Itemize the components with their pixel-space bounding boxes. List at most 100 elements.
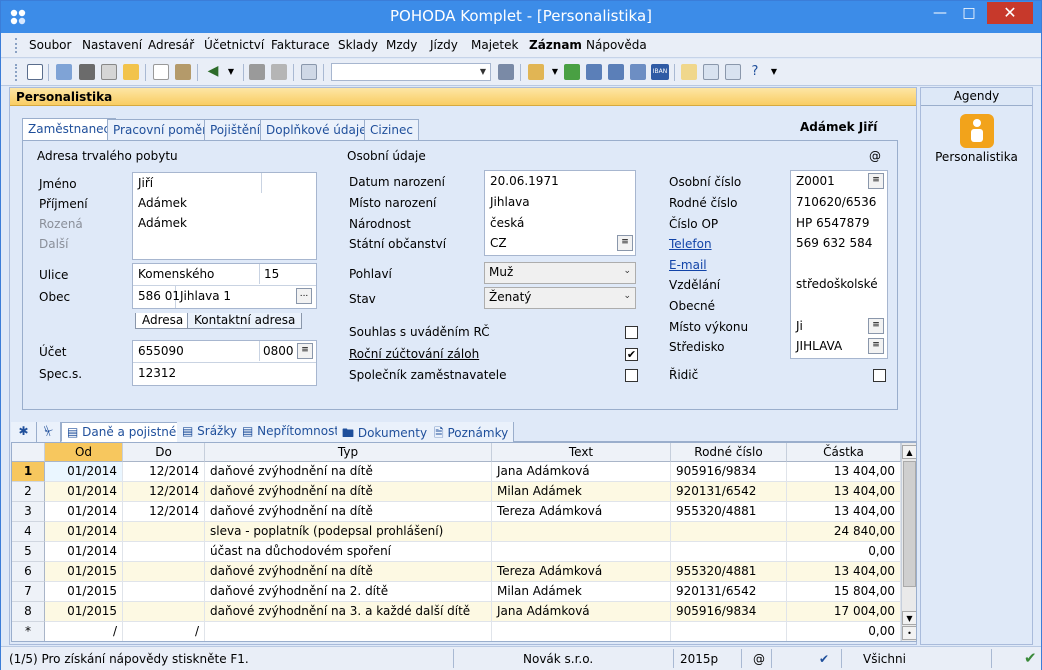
addr-tab-kontaktni[interactable]: Kontaktní adresa: [187, 313, 303, 329]
table-row[interactable]: 2 01/2014 12/2014 daňové zvýhodnění na dítě…: [12, 482, 902, 502]
obcanstvi-input[interactable]: CZ: [490, 236, 507, 250]
cell-rc[interactable]: 905916/9834: [671, 462, 787, 482]
cell-text[interactable]: Jana Adámková: [492, 462, 671, 482]
cell-text[interactable]: [492, 622, 671, 641]
cislo-popisne-input[interactable]: 15: [264, 267, 279, 281]
cell-typ[interactable]: daňové zvýhodnění na 2. dítě: [205, 582, 492, 602]
cell-od[interactable]: 01/2014: [45, 522, 123, 542]
misto-vykonu-picker-button[interactable]: ≡: [868, 318, 884, 334]
tab-srazky[interactable]: ▤ Srážky: [177, 422, 243, 442]
scroll-down-icon[interactable]: ▼: [902, 611, 916, 625]
form-icon[interactable]: [703, 64, 719, 80]
row-number[interactable]: 5: [12, 542, 45, 562]
menu-jizdy[interactable]: Jízdy: [430, 38, 458, 52]
col-od[interactable]: Od: [45, 443, 123, 462]
col-text[interactable]: Text: [492, 443, 671, 462]
cell-typ[interactable]: sleva - poplatník (podepsal prohlášení): [205, 522, 492, 542]
table-row[interactable]: 3 01/2014 12/2014 daňové zvýhodnění na dítě…: [12, 502, 902, 522]
cell-do[interactable]: [123, 542, 205, 562]
cell-od[interactable]: 01/2014: [45, 502, 123, 522]
cell-rc[interactable]: [671, 522, 787, 542]
row-number[interactable]: 6: [12, 562, 45, 582]
table-row[interactable]: 6 01/2015 daňové zvýhodnění na dítě Tereza …: [12, 562, 902, 582]
table-icon[interactable]: [608, 64, 624, 80]
tab-dane-a-pojistne[interactable]: ▤ Daně a pojistné: [61, 422, 183, 442]
cell-od[interactable]: 01/2014: [45, 542, 123, 562]
preview-icon[interactable]: [101, 64, 117, 80]
new-record-icon[interactable]: [153, 64, 169, 80]
cell-od[interactable]: 01/2014: [45, 482, 123, 502]
cell-text[interactable]: Jana Adámková: [492, 602, 671, 622]
kod-banky-input[interactable]: 0800: [263, 344, 294, 358]
back-dropdown-icon[interactable]: ▼: [223, 64, 239, 80]
window-icon[interactable]: [725, 64, 741, 80]
menu-sklady[interactable]: Sklady: [338, 38, 378, 52]
tab-zamestnanec[interactable]: Zaměstnanec: [22, 118, 117, 142]
datum-narozeni-input[interactable]: 20.06.1971: [490, 174, 559, 188]
ulice-input[interactable]: Komenského: [138, 267, 214, 281]
menu-mzdy[interactable]: Mzdy: [386, 38, 417, 52]
toolbar-grip[interactable]: [15, 64, 18, 81]
cell-rc[interactable]: 955320/4881: [671, 502, 787, 522]
agenda-item-personalistika[interactable]: Personalistika: [921, 150, 1032, 164]
label-email[interactable]: E-mail: [669, 258, 707, 272]
narodnost-input[interactable]: česká: [490, 216, 524, 230]
ridic-checkbox[interactable]: [873, 369, 886, 382]
scroll-bottom-icon[interactable]: •: [902, 626, 916, 640]
record-action-icon[interactable]: [528, 64, 544, 80]
cell-typ[interactable]: [205, 622, 492, 641]
exit-icon[interactable]: [27, 64, 43, 80]
addr-tab-adresa[interactable]: Adresa: [135, 313, 191, 329]
iban-icon[interactable]: IBAN: [651, 64, 669, 80]
row-number[interactable]: 8: [12, 602, 45, 622]
cell-castka[interactable]: 13 404,00: [787, 462, 901, 482]
money-icon[interactable]: [564, 64, 580, 80]
email-link-icon[interactable]: @: [869, 149, 881, 163]
calculator-icon[interactable]: [586, 64, 602, 80]
vzdelani-input[interactable]: středoškolské: [796, 277, 878, 291]
row-number[interactable]: 3: [12, 502, 45, 522]
label-rocni-zuctovani[interactable]: Roční zúčtování záloh: [349, 347, 479, 361]
cell-castka[interactable]: 13 404,00: [787, 502, 901, 522]
cell-rc[interactable]: [671, 622, 787, 641]
table-row[interactable]: * //0,00: [12, 622, 902, 641]
psc-input[interactable]: 586 01: [138, 289, 180, 303]
cell-do[interactable]: [123, 562, 205, 582]
menu-majetek[interactable]: Majetek: [471, 38, 518, 52]
cell-typ[interactable]: daňové zvýhodnění na 3. a každé další dí…: [205, 602, 492, 622]
row-number[interactable]: 4: [12, 522, 45, 542]
menu-adresar[interactable]: Adresář: [148, 38, 194, 52]
save-icon[interactable]: [249, 64, 265, 80]
note-icon[interactable]: [681, 64, 697, 80]
cell-do[interactable]: 12/2014: [123, 502, 205, 522]
back-icon[interactable]: ◀: [205, 64, 221, 80]
help-icon[interactable]: ?: [747, 64, 763, 80]
cislo-op-input[interactable]: HP 6547879: [796, 216, 870, 230]
table-row[interactable]: 5 01/2014 účast na důchodovém spoření 0,00: [12, 542, 902, 562]
table-row[interactable]: 8 01/2015 daňové zvýhodnění na 3. a každé …: [12, 602, 902, 622]
save-as-icon[interactable]: [271, 64, 287, 80]
cell-do[interactable]: 12/2014: [123, 482, 205, 502]
bank-picker-button[interactable]: ≡: [297, 343, 313, 359]
close-button[interactable]: ✕: [987, 2, 1033, 24]
jmeno-input[interactable]: Jiří: [138, 176, 153, 190]
cell-do[interactable]: [123, 522, 205, 542]
prijmeni-input[interactable]: Adámek: [138, 196, 187, 210]
cell-do[interactable]: 12/2014: [123, 462, 205, 482]
stredisko-picker-button[interactable]: ≡: [868, 338, 884, 354]
souhlas-rc-checkbox[interactable]: [625, 326, 638, 339]
cell-od[interactable]: 01/2015: [45, 582, 123, 602]
telefon-input[interactable]: 569 632 584: [796, 236, 872, 250]
filter-icon[interactable]: ⏧: [37, 422, 61, 442]
pohlavi-select[interactable]: Muž ⌄: [484, 262, 636, 284]
tab-poznamky[interactable]: 🗎 Poznámky: [429, 422, 515, 442]
cell-od[interactable]: 01/2015: [45, 562, 123, 582]
cell-castka[interactable]: 13 404,00: [787, 482, 901, 502]
obec-input[interactable]: Jihlava 1: [180, 289, 231, 303]
copy-icon[interactable]: [301, 64, 317, 80]
cell-typ[interactable]: daňové zvýhodnění na dítě: [205, 502, 492, 522]
cell-typ[interactable]: daňové zvýhodnění na dítě: [205, 482, 492, 502]
personalistika-icon[interactable]: [960, 114, 994, 148]
menu-grip[interactable]: [15, 38, 18, 53]
scroll-thumb[interactable]: [903, 461, 916, 587]
